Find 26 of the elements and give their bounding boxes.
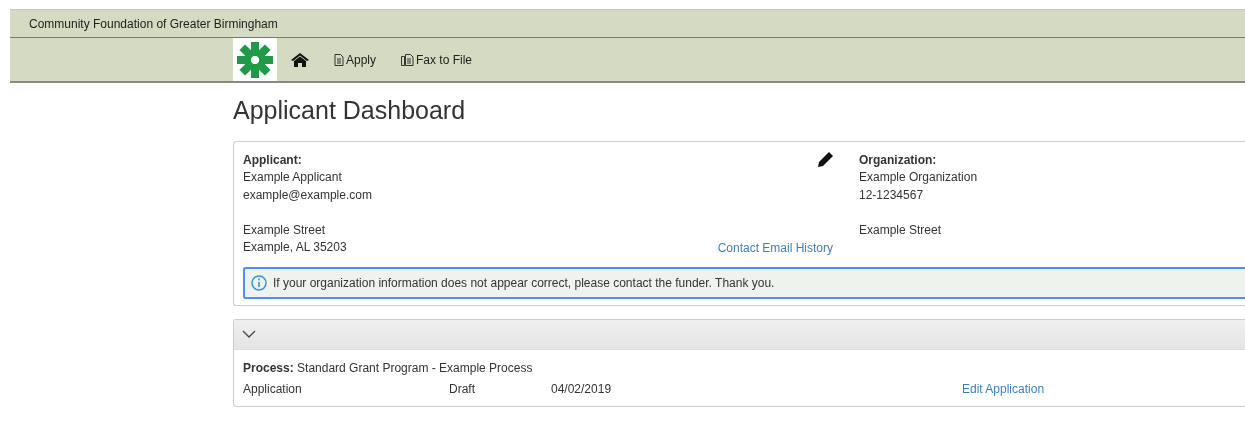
organization-detail: Example Organization: [859, 169, 978, 186]
contact-email-history-link[interactable]: Contact Email History: [717, 239, 833, 257]
page-title: Applicant Dashboard: [233, 96, 467, 126]
notice-text: If your organization information does not appear correct, please contact the funder. Thank you.: [273, 275, 775, 290]
site-title: Community Foundation of Greater Birmingham: [29, 16, 278, 31]
info-icon: [251, 274, 267, 291]
organization-address: Example Street: [859, 221, 943, 239]
process-title: Process: Standard Grant Program - Example Process: [243, 359, 534, 377]
fax-icon: [401, 53, 415, 66]
applicant-detail: Example Applicant: [243, 169, 343, 186]
application-status: Draft: [449, 380, 476, 398]
home-icon[interactable]: [291, 52, 309, 67]
fax-link[interactable]: Fax to File: [401, 52, 473, 67]
applicant-address: Example Street: [243, 221, 327, 239]
application-name: Application: [243, 380, 303, 398]
apply-link[interactable]: Apply: [334, 52, 377, 67]
edit-application-link[interactable]: Edit Application: [962, 380, 1045, 398]
document-icon: [334, 53, 344, 66]
application-date: 04/02/2019: [551, 380, 613, 398]
edit-icon[interactable]: [818, 152, 833, 167]
applicant-heading: Applicant:: [243, 152, 303, 169]
applicant-detail: example@example.com: [243, 186, 372, 204]
applicant-address: Example, AL 35203: [243, 239, 348, 256]
logo-icon[interactable]: [233, 38, 277, 81]
organization-heading: Organization:: [859, 152, 938, 169]
organization-detail: 12-1234567: [859, 186, 925, 204]
